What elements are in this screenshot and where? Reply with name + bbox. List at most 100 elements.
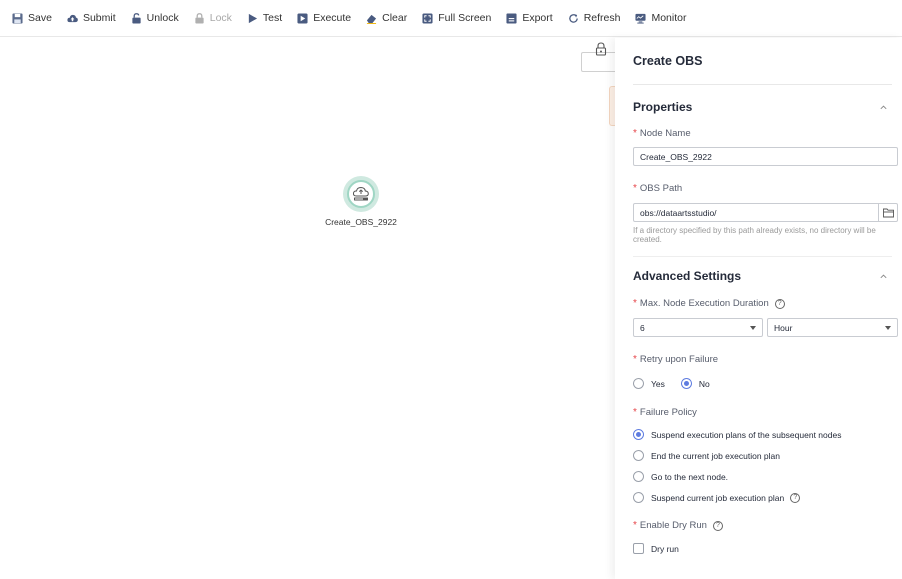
monitor-label: Monitor	[651, 12, 687, 24]
radio-button[interactable]	[633, 450, 644, 461]
retry-radio-group: Yes No	[633, 378, 896, 389]
obs-path-input[interactable]: obs://dataartsstudio/	[633, 203, 879, 222]
lock-icon	[194, 12, 205, 24]
failure-policy-option-label: Suspend execution plans of the subsequen…	[651, 429, 842, 440]
node-ring	[343, 176, 379, 212]
radio-button-selected[interactable]	[633, 429, 644, 440]
eraser-icon	[366, 13, 377, 24]
unlock-icon	[131, 12, 142, 24]
node-name-input[interactable]: Create_OBS_2922	[633, 147, 898, 166]
max-duration-label: * Max. Node Execution Duration ?	[633, 298, 896, 309]
duration-unit: Hour	[774, 322, 793, 333]
failure-policy-option[interactable]: End the current job execution plan	[633, 450, 896, 461]
duration-unit-select[interactable]: Hour	[767, 318, 898, 337]
obs-path-label-text: OBS Path	[639, 183, 683, 194]
required-marker: *	[633, 354, 637, 365]
obs-path-hint: If a directory specified by this path al…	[633, 226, 876, 244]
submit-button[interactable]: Submit	[67, 12, 116, 24]
export-label: Export	[522, 12, 553, 24]
retry-label: * Retry upon Failure	[633, 354, 896, 365]
play-icon	[247, 13, 258, 24]
properties-heading: Properties	[633, 100, 693, 114]
refresh-icon	[568, 13, 579, 24]
radio-button-selected[interactable]	[680, 378, 692, 389]
advanced-section-header[interactable]: Advanced Settings	[633, 269, 896, 283]
retry-label-text: Retry upon Failure	[639, 354, 719, 365]
workflow-node[interactable]: Create_OBS_2922	[322, 176, 400, 227]
required-marker: *	[633, 520, 637, 531]
divider	[633, 256, 892, 257]
browse-folder-button[interactable]	[879, 203, 898, 222]
save-button[interactable]: Save	[12, 12, 52, 24]
required-marker: *	[633, 183, 637, 194]
chevron-up-icon[interactable]	[879, 272, 888, 281]
retry-no-label: No	[698, 378, 710, 389]
node-name-label: * Node Name	[633, 128, 896, 139]
duration-row: 6 Hour	[633, 318, 898, 337]
caret-down-icon	[750, 325, 756, 330]
node-name-label-text: Node Name	[639, 128, 691, 139]
failure-policy-option[interactable]: Go to the next node.	[633, 471, 896, 482]
obs-node-icon	[347, 180, 375, 208]
duration-value: 6	[640, 322, 645, 333]
workflow-canvas[interactable]: Create_OBS_2922	[0, 38, 615, 579]
export-icon	[506, 12, 517, 24]
advanced-heading: Advanced Settings	[633, 269, 742, 283]
required-marker: *	[633, 128, 637, 139]
monitor-icon	[635, 13, 647, 24]
refresh-button[interactable]: Refresh	[568, 12, 621, 24]
dry-run-label: * Enable Dry Run ?	[633, 520, 896, 531]
required-marker: *	[633, 407, 637, 418]
caret-down-icon	[885, 325, 891, 330]
monitor-button[interactable]: Monitor	[635, 12, 686, 24]
radio-button[interactable]	[633, 378, 644, 389]
execute-button[interactable]: Execute	[297, 12, 351, 24]
obs-path-label: * OBS Path	[633, 183, 896, 194]
test-button[interactable]: Test	[247, 12, 282, 24]
unlock-label: Unlock	[146, 12, 179, 24]
panel-title: Create OBS	[633, 54, 703, 68]
dry-run-option[interactable]: Dry run	[633, 543, 896, 554]
lock-icon[interactable]	[594, 42, 608, 56]
save-label: Save	[28, 12, 52, 24]
submit-label: Submit	[82, 12, 116, 24]
properties-section-header[interactable]: Properties	[633, 100, 896, 114]
radio-button[interactable]	[633, 492, 644, 503]
retry-no-option[interactable]: No	[680, 378, 710, 389]
failure-policy-label-text: Failure Policy	[639, 407, 697, 418]
radio-button[interactable]	[633, 471, 644, 482]
dry-run-checkbox[interactable]	[633, 543, 644, 554]
retry-yes-option[interactable]: Yes	[633, 378, 665, 389]
node-properties-panel: Create OBS Properties * Node Name Create…	[615, 38, 902, 579]
full-screen-label: Full Screen	[438, 12, 492, 24]
chevron-up-icon[interactable]	[879, 103, 888, 112]
duration-value-select[interactable]: 6	[633, 318, 763, 337]
failure-policy-option[interactable]: Suspend current job execution plan ?	[633, 492, 896, 503]
test-label: Test	[262, 12, 283, 24]
full-screen-icon	[422, 12, 433, 24]
toolbar: Save Submit Unlock Lock Test Execute Cle…	[0, 0, 902, 37]
lock-button[interactable]: Lock	[194, 12, 232, 24]
help-icon[interactable]: ?	[790, 492, 801, 503]
clear-label: Clear	[382, 12, 408, 24]
execute-label: Execute	[313, 12, 352, 24]
help-icon[interactable]: ?	[774, 298, 785, 309]
execute-icon	[297, 12, 308, 24]
save-icon	[12, 12, 23, 24]
failure-policy-option[interactable]: Suspend execution plans of the subsequen…	[633, 429, 896, 440]
refresh-label: Refresh	[583, 12, 621, 24]
canvas-lock-control[interactable]	[581, 40, 615, 72]
node-label: Create_OBS_2922	[325, 217, 397, 227]
export-button[interactable]: Export	[506, 12, 553, 24]
help-icon[interactable]: ?	[712, 520, 723, 531]
lock-label: Lock	[209, 12, 232, 24]
full-screen-button[interactable]: Full Screen	[422, 12, 491, 24]
required-marker: *	[633, 298, 637, 309]
dry-run-label-text: Enable Dry Run	[639, 520, 707, 531]
folder-icon	[882, 208, 894, 217]
unlock-button[interactable]: Unlock	[131, 12, 179, 24]
clear-button[interactable]: Clear	[366, 12, 407, 24]
retry-yes-label: Yes	[651, 378, 665, 389]
obs-path-value: obs://dataartsstudio/	[640, 207, 717, 218]
failure-policy-option-label: Suspend current job execution plan	[651, 492, 785, 503]
